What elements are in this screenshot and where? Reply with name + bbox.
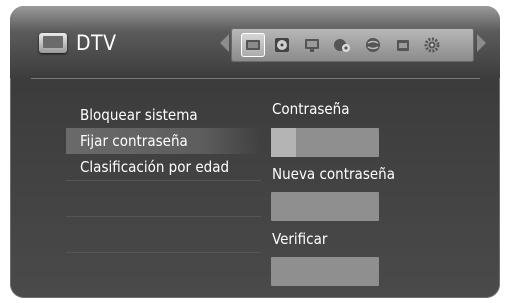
menu-item-bloquear-sistema[interactable]: Bloquear sistema <box>66 102 261 128</box>
nav-left-arrow-icon[interactable] <box>220 34 229 52</box>
monitor-icon[interactable] <box>304 37 320 53</box>
new-password-field[interactable] <box>271 192 379 221</box>
gear-icon[interactable] <box>424 37 440 53</box>
header-divider <box>31 78 480 79</box>
password-label: Contraseña <box>272 100 350 118</box>
verify-password-field[interactable] <box>271 257 379 286</box>
menu-item-clasificacion-edad[interactable]: Clasificación por edad <box>66 154 261 180</box>
verify-label: Verificar <box>272 230 328 248</box>
menu-item-empty <box>66 180 261 216</box>
header-bar: DTV <box>10 6 500 78</box>
settings-menu: Bloquear sistema Fijar contraseña Clasif… <box>66 102 261 288</box>
menu-item-empty <box>66 216 261 252</box>
nav-right-arrow-icon[interactable] <box>477 34 486 52</box>
password-field[interactable] <box>271 128 379 157</box>
menu-item-fijar-contrasena[interactable]: Fijar contraseña <box>66 128 261 154</box>
new-password-label: Nueva contraseña <box>272 165 395 183</box>
tv-screen: DTV Bloquear sistema Fijar contraseña Cl… <box>10 6 500 298</box>
category-icon-bar[interactable] <box>231 28 474 62</box>
page-title: DTV <box>76 31 117 55</box>
input-cursor <box>271 128 296 157</box>
disc-icon[interactable] <box>274 37 290 53</box>
dtv-logo-icon <box>39 33 67 53</box>
menu-item-empty <box>66 252 261 288</box>
tv-icon[interactable] <box>241 33 265 57</box>
lock-icon[interactable] <box>395 37 411 53</box>
globe-icon[interactable] <box>365 37 381 53</box>
audio-settings-icon[interactable] <box>333 37 350 53</box>
